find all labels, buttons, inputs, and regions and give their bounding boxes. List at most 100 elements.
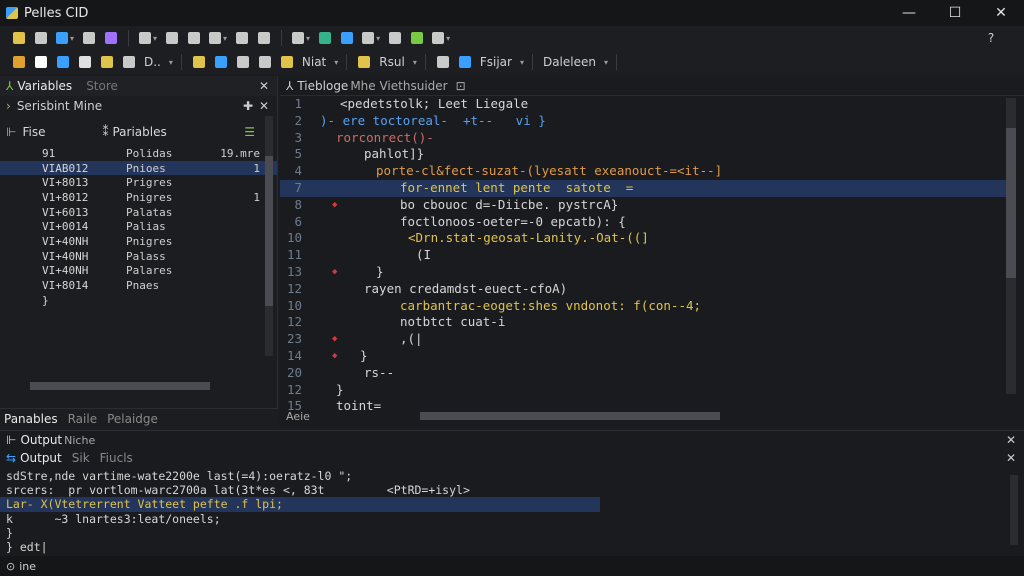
tools-button[interactable]: ▾ [430, 29, 452, 47]
variable-row[interactable]: VI+40NH Palares [0, 264, 277, 279]
dash-button[interactable] [256, 53, 274, 71]
code-line[interactable]: 12 rayen credamdst-euect-cfoA) [280, 281, 1006, 298]
toolbar-label[interactable]: D.. [142, 55, 163, 69]
close-tab-icon[interactable]: ⊡ [456, 79, 466, 93]
breakpoint-icon[interactable]: ◆ [332, 331, 337, 348]
n-button[interactable] [278, 53, 296, 71]
add-watch-icon[interactable]: ✚ [243, 99, 253, 113]
variable-row[interactable]: VI+8014 Pnaes [0, 278, 277, 293]
panel-scroll-thumb[interactable] [265, 156, 273, 306]
dropdown-arrow-icon[interactable]: ▾ [413, 58, 417, 67]
tab-output[interactable]: Output [20, 451, 62, 465]
doc-button[interactable] [255, 29, 273, 47]
maximize-button[interactable]: ☐ [932, 0, 978, 26]
dropdown-arrow-icon[interactable]: ▾ [520, 58, 524, 67]
dropdown-arrow-icon[interactable]: ▾ [604, 58, 608, 67]
variables-tab[interactable]: Variables [17, 79, 72, 93]
editor-hscrollbar[interactable] [320, 412, 1000, 420]
forward-button[interactable] [80, 29, 98, 47]
folder-button[interactable] [10, 53, 28, 71]
undo-button[interactable] [434, 53, 452, 71]
tab-pelaidge[interactable]: Pelaidge [107, 412, 158, 426]
file-button[interactable] [120, 53, 138, 71]
dropdown-arrow-icon[interactable]: ▾ [223, 34, 227, 43]
code-line[interactable]: 14} ◆ [280, 348, 1006, 365]
dropdown-arrow-icon[interactable]: ▾ [306, 34, 310, 43]
editor-hscroll-thumb[interactable] [420, 412, 720, 420]
code-line[interactable]: 20 rs-- [280, 365, 1006, 382]
run-button[interactable]: ▾ [290, 29, 312, 47]
variable-row[interactable]: } [0, 293, 277, 308]
link-button[interactable] [54, 53, 72, 71]
build-button[interactable]: ▾ [207, 29, 229, 47]
variable-row[interactable]: VI+40NH Pnigres [0, 234, 277, 249]
edit-button[interactable] [233, 29, 251, 47]
breakpoint-icon[interactable]: ◆ [332, 197, 337, 214]
zoom-button[interactable] [386, 29, 404, 47]
variable-row[interactable]: VIAB012 Pnioes 1 [0, 160, 277, 176]
dropdown-arrow-icon[interactable]: ▾ [376, 34, 380, 43]
help-button[interactable]: ? [982, 29, 1000, 47]
branch-button[interactable] [408, 29, 426, 47]
code-line[interactable]: 5 pahlot]} [280, 146, 1006, 163]
close-panel-icon[interactable]: ✕ [259, 79, 269, 93]
toolbar-label[interactable]: Niat [300, 55, 328, 69]
code-line[interactable]: 8 bo cbouoc d=-Diicbe. pystrcA} ◆ [280, 197, 1006, 214]
panel-hscrollbar[interactable] [0, 382, 260, 390]
code-line[interactable]: 3 rorconrect()- [280, 130, 1006, 147]
close-watch-icon[interactable]: ✕ [259, 99, 269, 113]
tab-raile[interactable]: Raile [68, 412, 97, 426]
dropdown-arrow-icon[interactable]: ▾ [334, 58, 338, 67]
panel-scrollbar[interactable] [265, 116, 273, 356]
new-file-button[interactable] [10, 29, 28, 47]
editor-vscrollbar[interactable] [1006, 98, 1016, 394]
column-header-file[interactable]: Fise [22, 125, 102, 139]
toolbar-label[interactable]: Daleleen [541, 55, 598, 69]
close-output-icon[interactable]: ✕ [1006, 433, 1016, 447]
tab-sik[interactable]: Sik [72, 451, 90, 465]
store-tab[interactable]: Store [86, 79, 118, 93]
variable-row[interactable]: VI+6013 Palatas [0, 205, 277, 220]
output-scrollbar[interactable] [1010, 475, 1018, 545]
dropdown-arrow-icon[interactable]: ▾ [446, 34, 450, 43]
delete-button[interactable] [76, 53, 94, 71]
code-line[interactable]: 13} ◆ [280, 264, 1006, 281]
code-line[interactable]: 7 for-ennet lent pente satote = [280, 180, 1006, 197]
editor-tab[interactable]: Tiebloge [297, 79, 348, 93]
code-line[interactable]: 12 notbtct cuat-i [280, 314, 1006, 331]
tab-fiucls[interactable]: Fiucls [100, 451, 133, 465]
square-button[interactable] [355, 53, 373, 71]
back-button[interactable]: ▾ [54, 29, 76, 47]
search-button[interactable] [338, 29, 356, 47]
code-line[interactable]: 12} [280, 382, 1006, 399]
toolbar-label[interactable]: Rsul [377, 55, 407, 69]
code-line[interactable]: 2)- ere toctoreal- +t-- vi } [280, 113, 1006, 130]
close-button[interactable]: ✕ [978, 0, 1024, 26]
variable-row[interactable]: VI+0014 Palias [0, 219, 277, 234]
add-button[interactable] [32, 53, 50, 71]
code-line[interactable]: 10 <Drn.stat-geosat-Lanity.-Oat-((] [280, 230, 1006, 247]
code-line[interactable]: 6 foctlonoos-oeter=-0 epcatb): { [280, 214, 1006, 231]
open-file-button[interactable] [32, 29, 50, 47]
tree-expand-icon[interactable]: › [6, 99, 11, 113]
code-line[interactable]: 1 <pedetstolk; Leet Liegale [280, 96, 1006, 113]
grid-button[interactable] [212, 53, 230, 71]
dropdown-arrow-icon[interactable]: ▾ [70, 34, 74, 43]
toolbar-label[interactable]: Fsijar [478, 55, 514, 69]
find-button[interactable] [316, 29, 334, 47]
column-header-variables[interactable]: Pariables [112, 125, 166, 139]
grid-view-icon[interactable]: ☰ [244, 125, 255, 139]
list-button[interactable] [234, 53, 252, 71]
code-line[interactable]: 11 (I [280, 247, 1006, 264]
tab-panables[interactable]: Panables [4, 412, 58, 426]
variable-row[interactable]: VI+8013 Prigres [0, 175, 277, 190]
clipboard-button[interactable] [185, 29, 203, 47]
dropdown-arrow-icon[interactable]: ▾ [153, 34, 157, 43]
panel-hscroll-thumb[interactable] [30, 382, 210, 390]
variable-row[interactable]: 91 Polidas 19.mre [0, 146, 277, 161]
code-line[interactable]: 4 porte-cl&fect-suzat-(lyesatt exeanouct-… [280, 163, 1006, 180]
code-editor[interactable]: ⅄ Tiebloge Mhe Viethsuider ⊡ 1 <pedetstol… [280, 76, 1024, 428]
paste-button[interactable] [163, 29, 181, 47]
breakpoint-icon[interactable]: ◆ [332, 348, 337, 365]
copy-button[interactable]: ▾ [137, 29, 159, 47]
